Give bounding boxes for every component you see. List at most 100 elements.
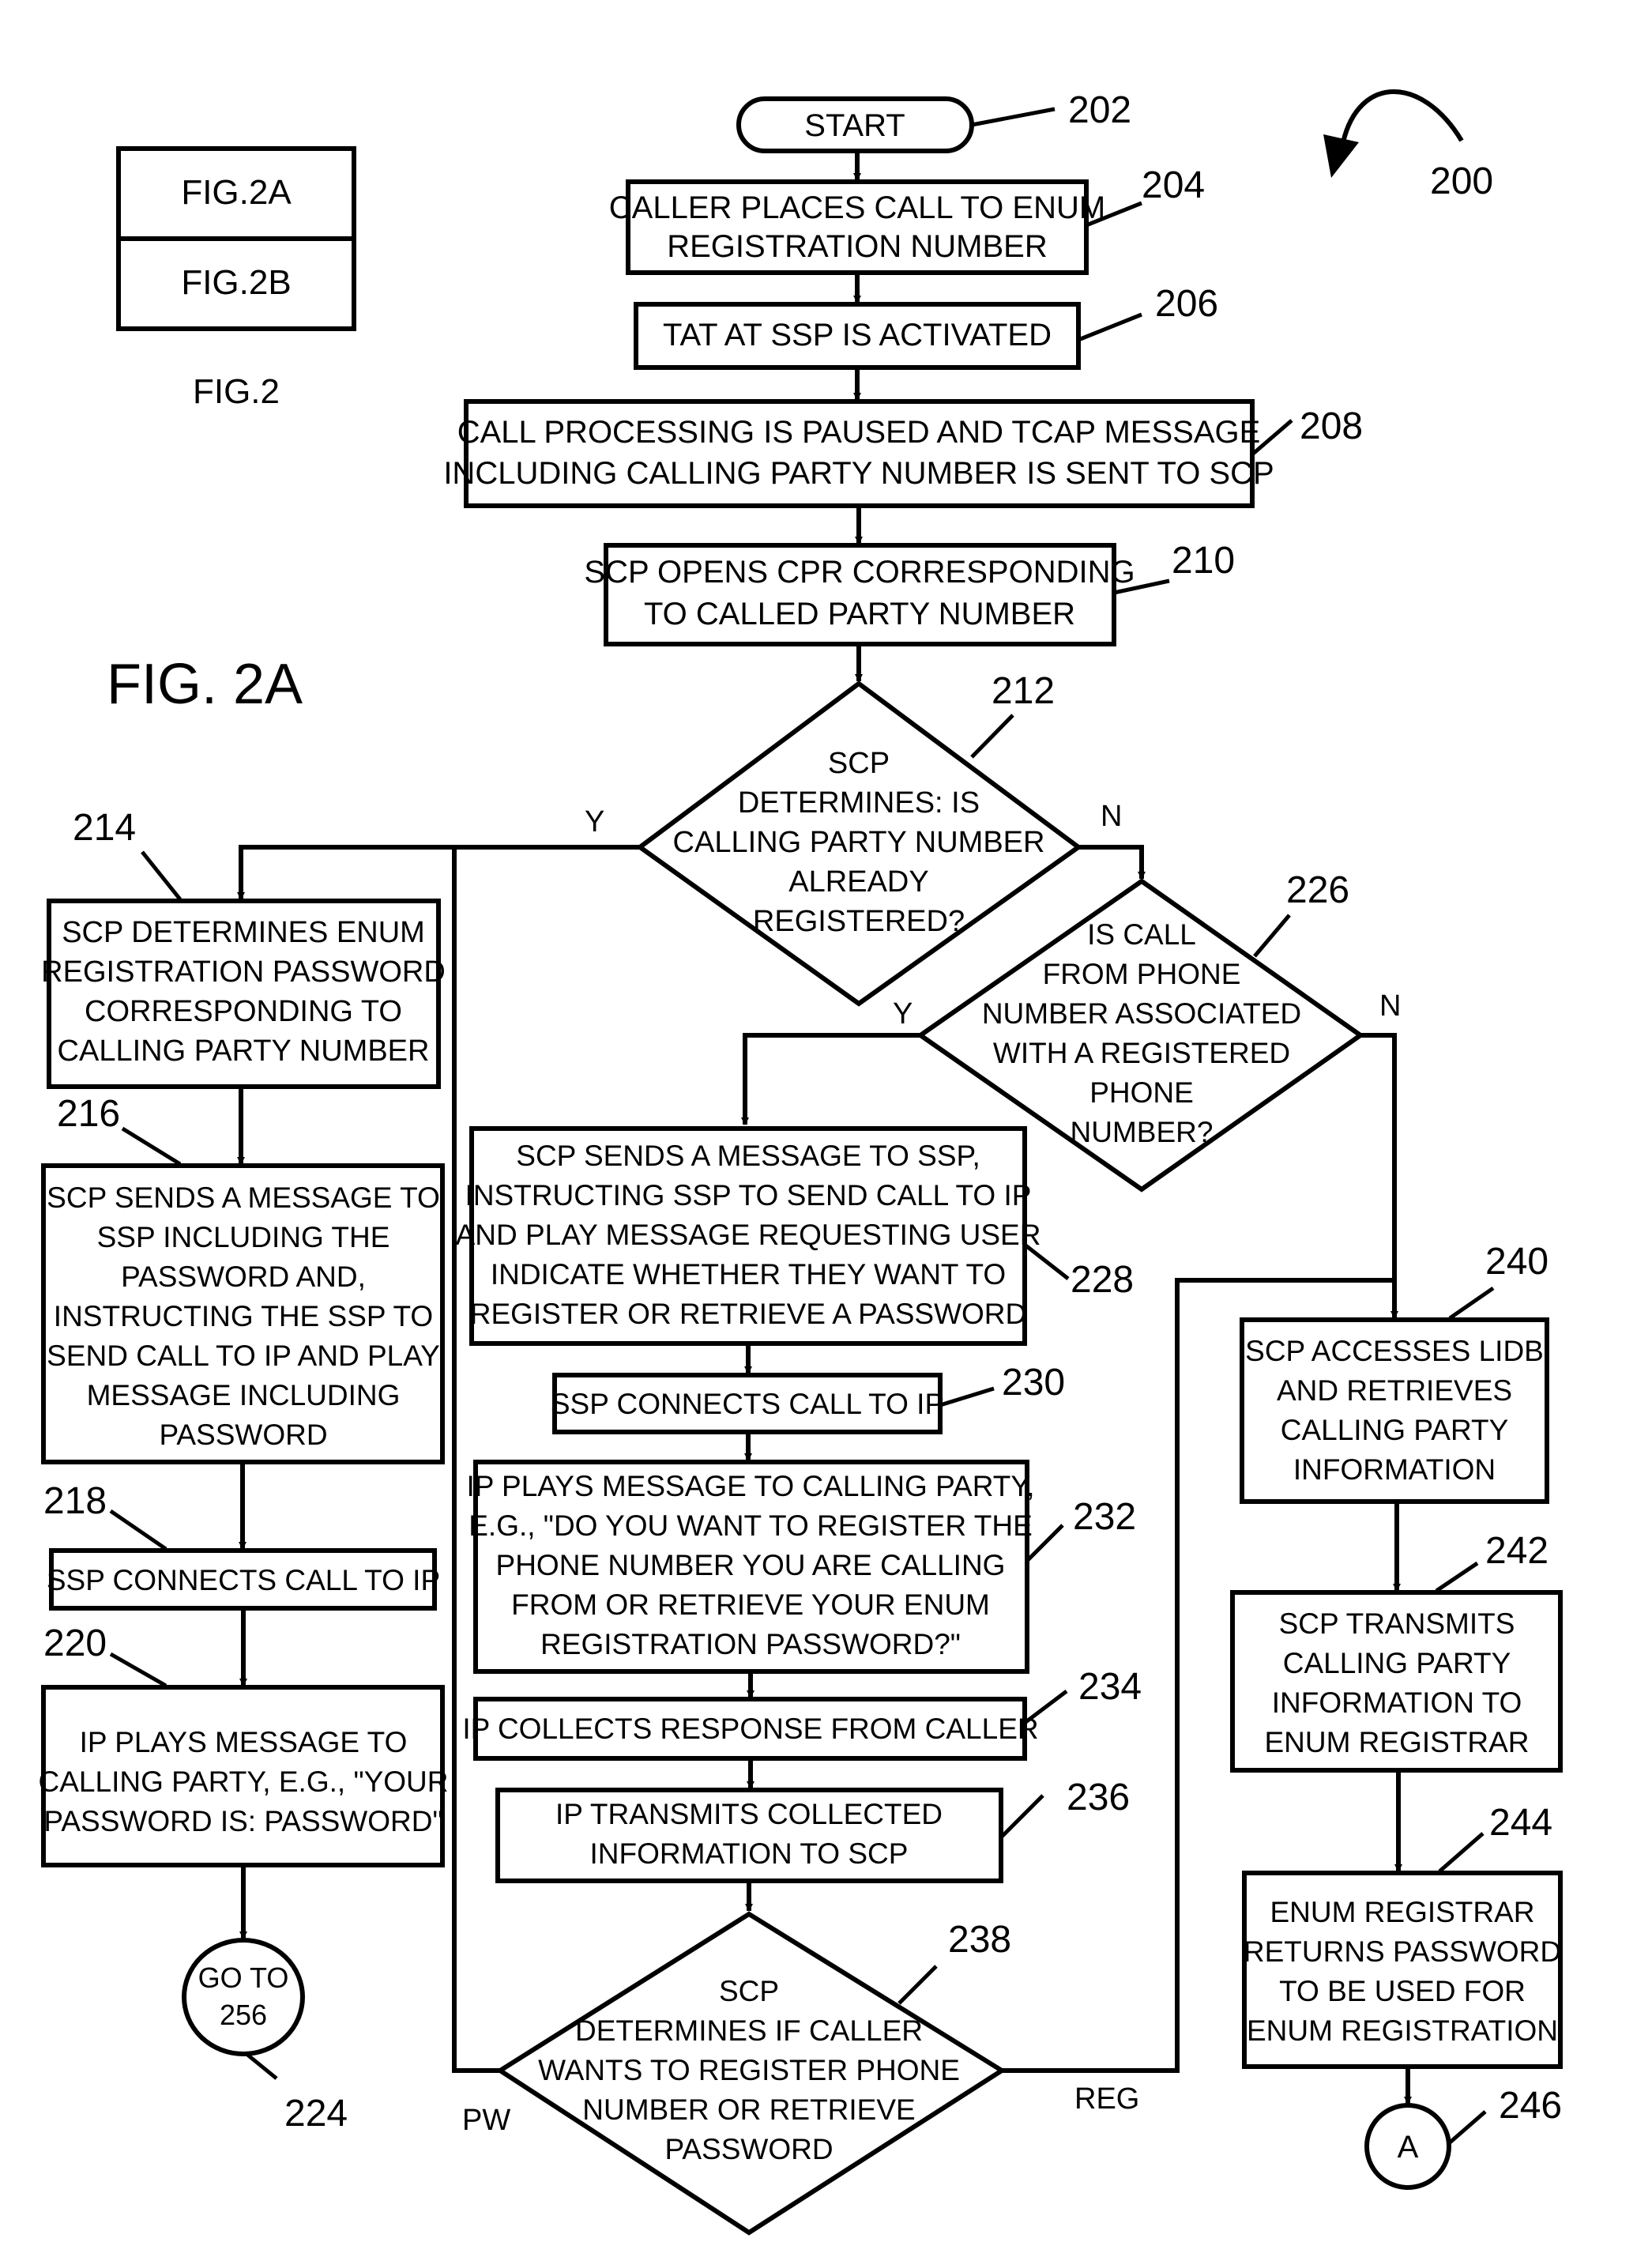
node-224-leader bbox=[245, 2052, 278, 2080]
figure-index-part-b: FIG.2B bbox=[181, 263, 291, 302]
node-228-ref: 228 bbox=[1071, 1259, 1134, 1301]
node-220-leader bbox=[109, 1652, 167, 1688]
node-220-line-2: CALLING PARTY, E.G., "YOUR bbox=[39, 1765, 449, 1798]
figure-index: FIG.2A FIG.2B FIG.2 bbox=[116, 146, 356, 411]
reference-200: 200 bbox=[1323, 89, 1493, 202]
node-202-start: START 202 bbox=[736, 89, 1131, 153]
node-216-line-1: SCP SENDS A MESSAGE TO bbox=[47, 1181, 440, 1214]
node-238-line-2: DETERMINES IF CALLER bbox=[575, 2014, 923, 2047]
node-230-leader bbox=[939, 1386, 995, 1407]
node-246-leader bbox=[1447, 2110, 1487, 2145]
node-242-ref: 242 bbox=[1485, 1530, 1549, 1572]
flowchart: FIG.2A FIG.2B FIG.2 FIG. 2A 200 START 20… bbox=[39, 89, 1563, 2236]
node-242-line-2: CALLING PARTY bbox=[1283, 1647, 1511, 1679]
node-202-text: START bbox=[804, 108, 905, 143]
node-232-line-2: E.G., "DO YOU WANT TO REGISTER THE bbox=[469, 1509, 1033, 1542]
node-218-ref: 218 bbox=[43, 1480, 107, 1522]
node-232-line-4: FROM OR RETRIEVE YOUR ENUM bbox=[511, 1588, 990, 1621]
node-236-line-2: INFORMATION TO SCP bbox=[590, 1837, 909, 1870]
node-214-line-4: CALLING PARTY NUMBER bbox=[58, 1034, 430, 1068]
node-240-ref: 240 bbox=[1485, 1241, 1549, 1283]
node-238-line-5: PASSWORD bbox=[664, 2133, 833, 2165]
node-246-connector: A 246 bbox=[1364, 2085, 1562, 2190]
node-202-leader bbox=[971, 107, 1056, 127]
edge-226-no-label: N bbox=[1379, 989, 1401, 1023]
node-234-line-1: IP COLLECTS RESPONSE FROM CALLER bbox=[462, 1713, 1038, 1745]
node-238-line-3: WANTS TO REGISTER PHONE bbox=[538, 2054, 960, 2086]
node-212-decision: SCP DETERMINES: IS CALLING PARTY NUMBER … bbox=[635, 670, 1083, 1007]
node-204: CALLER PLACES CALL TO ENUM REGISTRATION … bbox=[609, 164, 1205, 275]
node-216-line-3: PASSWORD AND, bbox=[121, 1261, 366, 1293]
node-212-line-5: REGISTERED? bbox=[753, 905, 965, 938]
node-216-line-5: SEND CALL TO IP AND PLAY bbox=[47, 1340, 440, 1372]
node-238-ref: 238 bbox=[948, 1919, 1011, 1961]
node-244-leader bbox=[1438, 1832, 1485, 1873]
node-244-line-1: ENUM REGISTRAR bbox=[1270, 1896, 1534, 1928]
node-226-line-1: IS CALL bbox=[1087, 918, 1196, 951]
node-212-ref: 212 bbox=[992, 670, 1055, 712]
node-238-leader bbox=[897, 1965, 938, 2005]
node-234-ref: 234 bbox=[1078, 1666, 1142, 1708]
edge-238-pw-label: PW bbox=[462, 2104, 510, 2137]
node-236: IP TRANSMITS COLLECTED INFORMATION TO SC… bbox=[495, 1777, 1130, 1883]
node-246-ref: 246 bbox=[1499, 2085, 1562, 2127]
figure-index-part-a: FIG.2A bbox=[181, 173, 292, 212]
node-214-line-1: SCP DETERMINES ENUM bbox=[62, 916, 425, 949]
edge-238-pw-loop bbox=[452, 847, 500, 2073]
node-240-leader bbox=[1448, 1286, 1495, 1321]
edge-212-no-label: N bbox=[1101, 800, 1122, 833]
node-212-line-4: ALREADY bbox=[788, 865, 928, 899]
node-224-line-2: 256 bbox=[220, 1999, 267, 2031]
figure-index-caption: FIG.2 bbox=[193, 372, 280, 411]
node-240-line-2: AND RETRIEVES bbox=[1277, 1374, 1512, 1407]
node-230-ref: 230 bbox=[1002, 1362, 1065, 1404]
node-232-ref: 232 bbox=[1073, 1496, 1136, 1538]
node-216-line-7: PASSWORD bbox=[159, 1419, 327, 1451]
reference-number: 200 bbox=[1430, 160, 1493, 202]
node-234-leader bbox=[1023, 1690, 1068, 1724]
edge-212-no-226 bbox=[1078, 845, 1146, 880]
node-238-line-1: SCP bbox=[719, 1975, 779, 2007]
edge-226-yes-228 bbox=[741, 1033, 920, 1125]
node-220-line-3: PASSWORD IS: PASSWORD" bbox=[43, 1805, 442, 1837]
node-206-line-1: TAT AT SSP IS ACTIVATED bbox=[663, 318, 1052, 352]
node-240-line-4: INFORMATION bbox=[1293, 1453, 1496, 1486]
node-232: IP PLAYS MESSAGE TO CALLING PARTY, E.G.,… bbox=[466, 1460, 1136, 1674]
node-212-line-3: CALLING PARTY NUMBER bbox=[673, 826, 1045, 859]
node-208-ref: 208 bbox=[1300, 405, 1363, 447]
curved-arrowhead-icon bbox=[1323, 134, 1359, 178]
node-212-leader bbox=[970, 714, 1014, 759]
node-224-line-1: GO TO bbox=[198, 1961, 289, 1994]
node-236-leader bbox=[999, 1794, 1044, 1839]
node-216-leader bbox=[121, 1126, 182, 1166]
node-242-leader bbox=[1435, 1561, 1479, 1593]
node-242-line-3: INFORMATION TO bbox=[1272, 1686, 1522, 1719]
node-242-line-4: ENUM REGISTRAR bbox=[1264, 1726, 1529, 1758]
node-206-ref: 206 bbox=[1155, 283, 1218, 325]
node-240-line-1: SCP ACCESSES LIDB bbox=[1245, 1335, 1544, 1367]
node-216-line-4: INSTRUCTING THE SSP TO bbox=[54, 1300, 433, 1332]
node-228-line-1: SCP SENDS A MESSAGE TO SSP, bbox=[516, 1140, 980, 1172]
node-202-ref: 202 bbox=[1068, 89, 1131, 131]
node-226-line-5: PHONE bbox=[1089, 1076, 1194, 1109]
node-236-line-1: IP TRANSMITS COLLECTED bbox=[555, 1798, 943, 1830]
node-206-leader bbox=[1078, 312, 1142, 342]
node-226-line-2: FROM PHONE bbox=[1043, 958, 1241, 990]
node-226-leader bbox=[1253, 914, 1291, 958]
node-210: SCP OPENS CPR CORRESPONDING TO CALLED PA… bbox=[584, 540, 1235, 646]
node-210-ref: 210 bbox=[1172, 540, 1235, 582]
node-242-line-1: SCP TRANSMITS bbox=[1279, 1607, 1515, 1640]
node-214-leader bbox=[141, 850, 182, 901]
node-230: SSP CONNECTS CALL TO IP 230 bbox=[551, 1362, 1065, 1434]
node-228-line-4: INDICATE WHETHER THEY WANT TO bbox=[491, 1258, 1006, 1291]
node-216-line-6: MESSAGE INCLUDING bbox=[87, 1379, 401, 1411]
edge-212-yes-label: Y bbox=[585, 805, 604, 838]
node-226-line-6: NUMBER? bbox=[1071, 1116, 1214, 1148]
node-232-line-5: REGISTRATION PASSWORD?" bbox=[540, 1628, 961, 1660]
node-228: SCP SENDS A MESSAGE TO SSP, INSTRUCTING … bbox=[456, 1126, 1134, 1346]
node-220-ref: 220 bbox=[43, 1622, 107, 1664]
node-244: ENUM REGISTRAR RETURNS PASSWORD TO BE US… bbox=[1242, 1802, 1563, 2069]
node-228-leader bbox=[1023, 1243, 1070, 1280]
node-206: TAT AT SSP IS ACTIVATED 206 bbox=[634, 283, 1218, 370]
node-226-ref: 226 bbox=[1286, 869, 1349, 911]
